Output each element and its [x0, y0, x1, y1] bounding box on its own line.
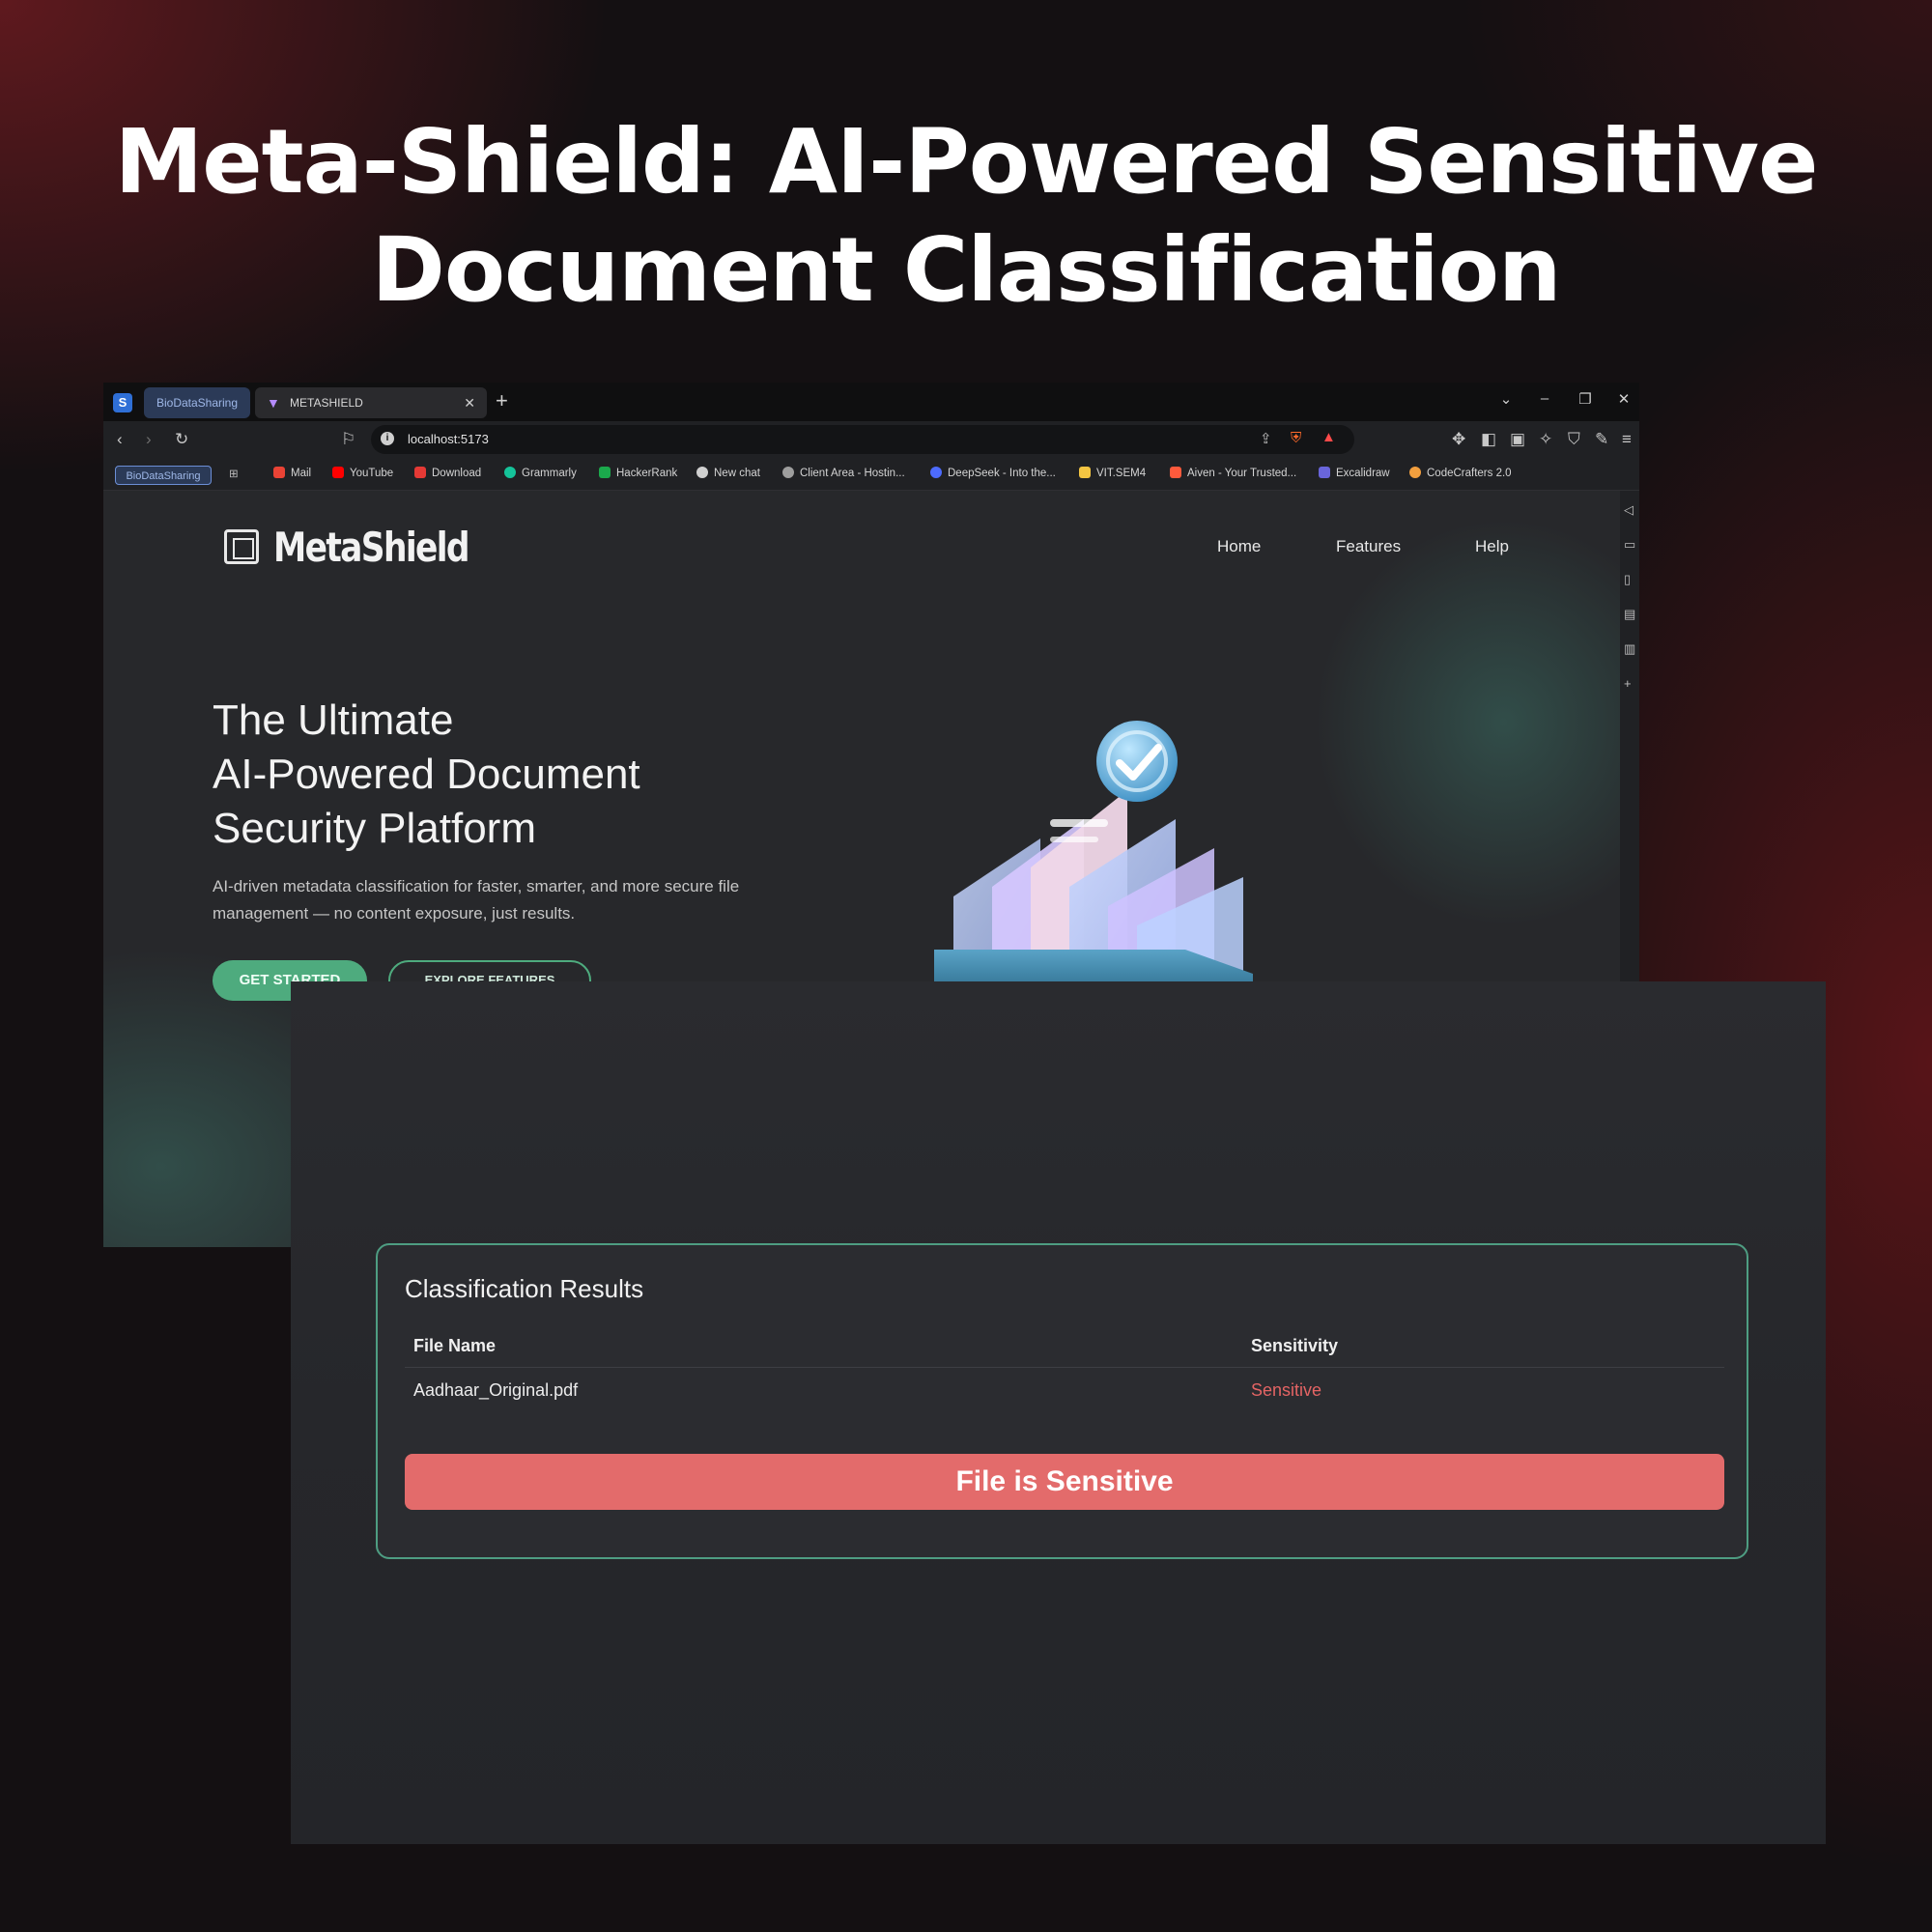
- cell-file-name: Aadhaar_Original.pdf: [413, 1380, 579, 1400]
- reload-icon[interactable]: ↻: [175, 430, 188, 449]
- headline: Meta-Shield: AI-Powered Sensitive Docume…: [0, 108, 1932, 325]
- bookmark-youtube[interactable]: YouTube: [332, 467, 393, 479]
- bookmarks-group[interactable]: BioDataSharing: [115, 466, 212, 485]
- bookmark-download[interactable]: Download: [414, 467, 481, 479]
- bookmark-client-area[interactable]: Client Area - Hostin...: [782, 467, 905, 479]
- back-icon[interactable]: ‹: [117, 430, 123, 449]
- rewards-icon[interactable]: ▲: [1321, 429, 1336, 445]
- grammarly-icon: [504, 467, 516, 478]
- wallet-icon[interactable]: ▣: [1510, 430, 1525, 449]
- app-icon[interactable]: S: [113, 393, 132, 412]
- excalidraw-icon: [1319, 467, 1330, 478]
- deepseek-icon: [930, 467, 942, 478]
- results-screenshot: Classification Results File Name Sensiti…: [291, 981, 1826, 1844]
- side-history-icon[interactable]: ▤: [1624, 607, 1635, 622]
- menu-icon[interactable]: ≡: [1622, 430, 1632, 449]
- tab-title: METASHIELD: [290, 396, 363, 410]
- address-bar[interactable]: i localhost:5173 ⇪ ⛨ ▲: [371, 425, 1354, 454]
- url-text: localhost:5173: [408, 432, 489, 446]
- tab-bar: S BioDataSharing ▼ METASHIELD ✕ + ⌄ – ❐ …: [103, 383, 1639, 421]
- sensitive-alert-banner: File is Sensitive: [405, 1454, 1724, 1510]
- bookmark-new-chat[interactable]: New chat: [696, 467, 760, 479]
- vite-icon: ▼: [267, 395, 280, 411]
- bookmark-label: Client Area - Hostin...: [800, 468, 905, 479]
- youtube-icon: [332, 467, 344, 478]
- side-add-icon[interactable]: +: [1624, 676, 1632, 691]
- new-tab-icon[interactable]: +: [496, 388, 508, 413]
- column-header-file-name: File Name: [413, 1336, 497, 1355]
- aiven-icon: [1170, 467, 1181, 478]
- codecrafters-icon: [1409, 467, 1421, 478]
- bookmark-grammarly[interactable]: Grammarly: [504, 467, 577, 479]
- bookmark-icon[interactable]: ⚐: [341, 430, 355, 449]
- vpn-icon[interactable]: ⛉: [1568, 430, 1580, 449]
- bookmark-label: Mail: [291, 468, 312, 479]
- site-logo[interactable]: MetaShield: [273, 524, 470, 571]
- browser-side-panel: ◁ ▭ ▯ ▤ ▥ +: [1620, 491, 1639, 974]
- side-window-icon[interactable]: ▯: [1624, 572, 1631, 587]
- bookmark-label: YouTube: [350, 468, 394, 479]
- results-title: Classification Results: [405, 1274, 644, 1303]
- folder-icon: [1079, 467, 1091, 478]
- minimize-icon[interactable]: –: [1533, 390, 1556, 407]
- nav-features[interactable]: Features: [1336, 537, 1401, 556]
- headline-line-1: Meta-Shield: AI-Powered Sensitive: [114, 110, 1819, 213]
- leo-ai-icon[interactable]: ✧: [1539, 430, 1552, 449]
- side-share-icon[interactable]: ◁: [1624, 502, 1634, 518]
- bookmark-label: New chat: [714, 468, 760, 479]
- nav-help[interactable]: Help: [1475, 537, 1509, 556]
- forward-icon[interactable]: ›: [146, 430, 152, 449]
- restore-icon[interactable]: ❐: [1574, 390, 1597, 408]
- share-icon[interactable]: ⇪: [1260, 430, 1272, 447]
- column-header-sensitivity: Sensitivity: [1251, 1336, 1339, 1355]
- tab-metashield[interactable]: ▼ METASHIELD ✕: [255, 387, 487, 418]
- extensions-icon[interactable]: ✥: [1452, 430, 1465, 449]
- brave-shields-icon[interactable]: ⛨: [1291, 430, 1301, 446]
- bookmark-label: VIT.SEM4: [1096, 468, 1147, 479]
- toolbar: ‹ › ↻ ⚐ i localhost:5173 ⇪ ⛨ ▲ ✥ ◧ ▣ ✧ ⛉…: [103, 421, 1639, 458]
- bookmark-label: Aiven - Your Trusted...: [1187, 468, 1297, 479]
- pen-icon[interactable]: ✎: [1595, 430, 1608, 449]
- bookmarks-bar: BioDataSharing ⊞ Mail YouTube Download G…: [103, 458, 1639, 491]
- sidebar-icon[interactable]: ◧: [1481, 430, 1496, 449]
- chip-logo-icon: [224, 529, 259, 564]
- bookmark-deepseek[interactable]: DeepSeek - Into the...: [930, 467, 1056, 479]
- hero-title-line: AI-Powered Document: [213, 751, 640, 798]
- hero-title-line: Security Platform: [213, 805, 536, 852]
- table-divider: [405, 1367, 1724, 1368]
- bookmark-label: DeepSeek - Into the...: [948, 468, 1056, 479]
- bookmark-label: CodeCrafters 2.0: [1427, 468, 1512, 479]
- download-icon: [414, 467, 426, 478]
- bookmark-label: HackerRank: [616, 468, 678, 479]
- classification-results-card: Classification Results File Name Sensiti…: [376, 1243, 1748, 1559]
- site-info-icon[interactable]: i: [381, 432, 394, 445]
- close-window-icon[interactable]: ✕: [1612, 390, 1635, 408]
- nav-home[interactable]: Home: [1217, 537, 1261, 556]
- hero-title: The Ultimate AI-Powered Document Securit…: [213, 694, 640, 856]
- cell-sensitivity: Sensitive: [1251, 1380, 1322, 1400]
- tab-search-icon[interactable]: ⌄: [1494, 390, 1518, 408]
- hackerrank-icon: [599, 467, 611, 478]
- bookmark-excalidraw[interactable]: Excalidraw: [1319, 467, 1390, 479]
- hero-subtitle: AI-driven metadata classification for fa…: [213, 877, 740, 923]
- bookmark-label: Download: [432, 468, 482, 479]
- bookmark-hackerrank[interactable]: HackerRank: [599, 467, 677, 479]
- bookmark-vit-sem4[interactable]: VIT.SEM4: [1079, 467, 1146, 479]
- document-folder-illustration: [934, 721, 1253, 993]
- close-tab-icon[interactable]: ✕: [464, 387, 475, 418]
- side-reading-icon[interactable]: ▥: [1624, 641, 1635, 657]
- globe-icon: [782, 467, 794, 478]
- bookmark-mail[interactable]: Mail: [273, 467, 311, 479]
- side-tab-icon[interactable]: ▭: [1624, 537, 1635, 553]
- mail-icon: [273, 467, 285, 478]
- bookmark-label: Grammarly: [522, 468, 577, 479]
- apps-grid-icon[interactable]: ⊞: [229, 467, 239, 480]
- bookmark-aiven[interactable]: Aiven - Your Trusted...: [1170, 467, 1296, 479]
- hero-title-line: The Ultimate: [213, 696, 454, 744]
- bookmark-codecrafters[interactable]: CodeCrafters 2.0: [1409, 467, 1512, 479]
- tab-group[interactable]: BioDataSharing: [144, 387, 250, 418]
- chatgpt-icon: [696, 467, 708, 478]
- headline-line-2: Document Classification: [371, 218, 1562, 322]
- bookmark-label: Excalidraw: [1336, 468, 1390, 479]
